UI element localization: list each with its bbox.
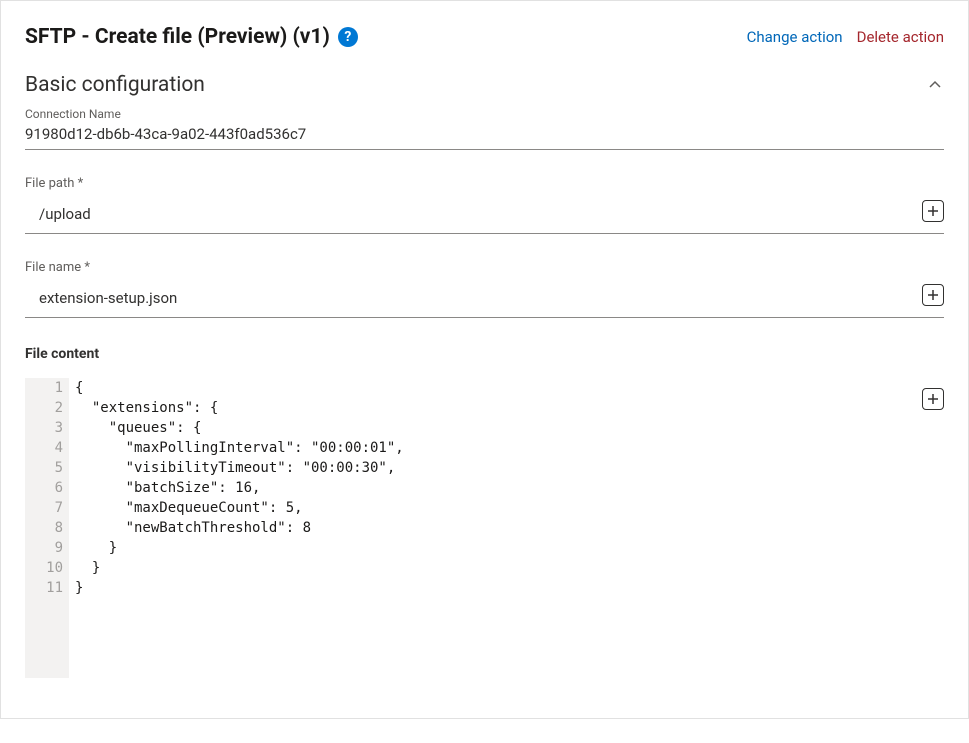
- connection-name-label: Connection Name: [25, 107, 944, 121]
- panel-title: SFTP - Create file (Preview) (v1): [25, 25, 330, 49]
- file-name-field: File name *: [25, 260, 944, 318]
- file-path-row: [25, 195, 944, 234]
- panel-header: SFTP - Create file (Preview) (v1) ? Chan…: [25, 25, 944, 49]
- file-path-label: File path *: [25, 176, 944, 191]
- action-config-panel: SFTP - Create file (Preview) (v1) ? Chan…: [0, 0, 969, 719]
- file-content-row: 1234567891011 { "extensions": { "queues"…: [25, 378, 944, 678]
- file-path-add-icon[interactable]: [922, 200, 944, 222]
- delete-action-link[interactable]: Delete action: [857, 28, 944, 46]
- title-wrap: SFTP - Create file (Preview) (v1) ?: [25, 25, 358, 49]
- chevron-up-icon[interactable]: [926, 76, 944, 94]
- change-action-link[interactable]: Change action: [747, 28, 843, 46]
- file-name-row: [25, 279, 944, 318]
- file-name-label: File name *: [25, 260, 944, 275]
- file-content-add-icon[interactable]: [922, 388, 944, 410]
- file-path-input[interactable]: [25, 195, 910, 233]
- editor-code[interactable]: { "extensions": { "queues": { "maxPollin…: [69, 378, 404, 678]
- section-title: Basic configuration: [25, 73, 205, 97]
- file-path-field: File path *: [25, 176, 944, 234]
- help-icon[interactable]: ?: [338, 27, 358, 47]
- file-content-field: File content 1234567891011 { "extensions…: [25, 346, 944, 678]
- file-name-add-icon[interactable]: [922, 284, 944, 306]
- connection-name-value: 91980d12-db6b-43ca-9a02-443f0ad536c7: [25, 121, 944, 150]
- file-content-editor[interactable]: 1234567891011 { "extensions": { "queues"…: [25, 378, 910, 678]
- editor-gutter: 1234567891011: [25, 378, 69, 678]
- section-header: Basic configuration: [25, 73, 944, 97]
- file-name-input[interactable]: [25, 279, 910, 317]
- file-content-label: File content: [25, 346, 944, 362]
- header-actions: Change action Delete action: [747, 28, 944, 46]
